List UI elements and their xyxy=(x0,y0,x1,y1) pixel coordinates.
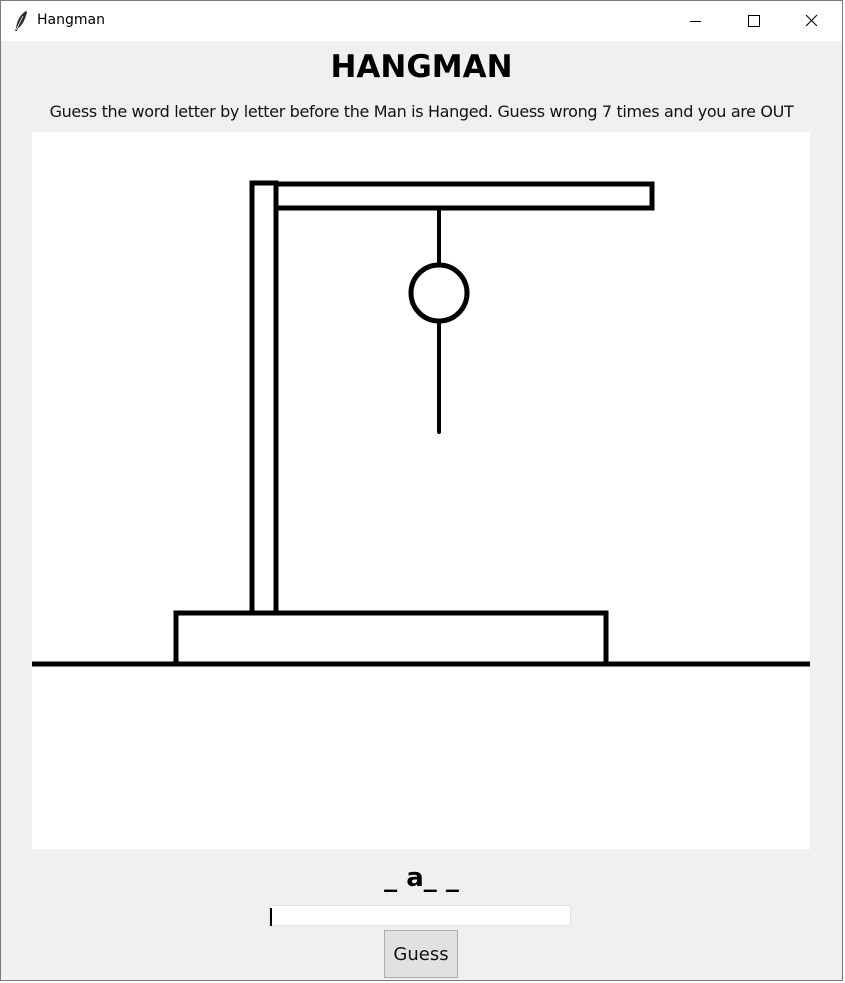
title-bar[interactable]: Hangman xyxy=(1,1,842,41)
window-title: Hangman xyxy=(37,12,105,28)
close-icon xyxy=(805,14,818,27)
guess-input[interactable] xyxy=(269,905,571,926)
guess-button[interactable]: Guess xyxy=(384,930,458,978)
hangman-canvas xyxy=(32,132,810,849)
feather-icon xyxy=(13,10,29,32)
gallows-beam xyxy=(273,181,655,211)
gallows-base xyxy=(173,610,609,667)
gallows-post xyxy=(249,180,279,616)
minimize-icon xyxy=(690,21,701,22)
game-title: HANGMAN xyxy=(330,49,513,85)
app-window: Hangman HANGMAN Guess the word letter by… xyxy=(0,0,843,981)
maximize-button[interactable] xyxy=(724,1,782,41)
hangman-drawing xyxy=(32,180,810,667)
minimize-button[interactable] xyxy=(666,1,724,41)
maximize-icon xyxy=(748,15,760,27)
head xyxy=(408,262,470,324)
word-display: _ a_ _ xyxy=(384,863,459,893)
close-button[interactable] xyxy=(782,1,840,41)
instructions-text: Guess the word letter by letter before t… xyxy=(49,102,794,121)
text-caret xyxy=(270,908,272,926)
